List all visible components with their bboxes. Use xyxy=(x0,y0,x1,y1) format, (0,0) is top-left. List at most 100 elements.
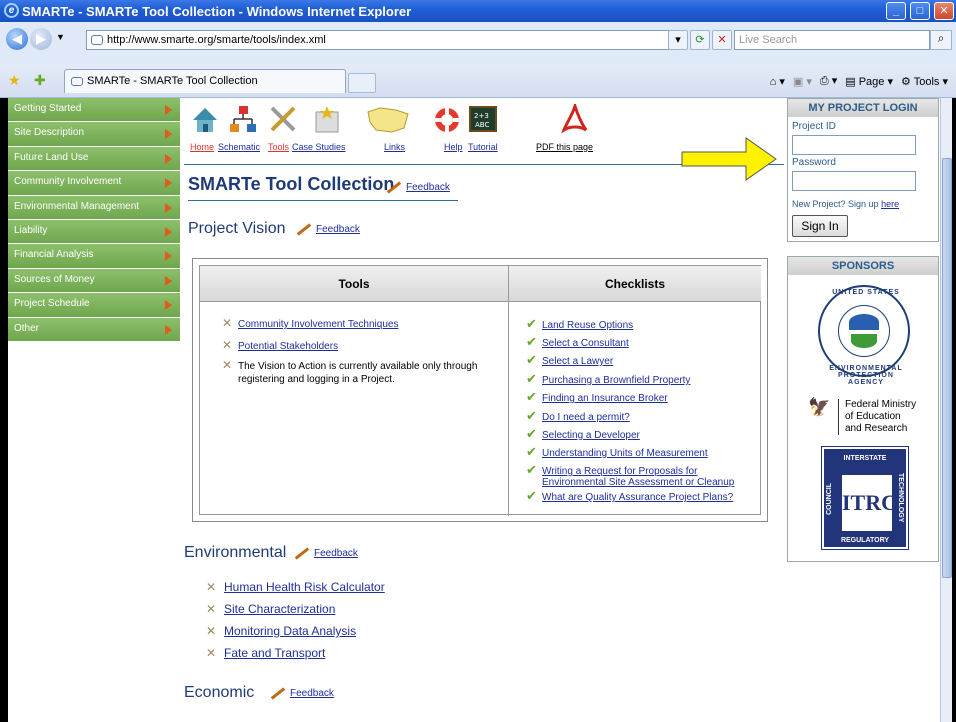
url-dropdown-icon[interactable]: ▾ xyxy=(668,30,688,50)
checklist-item[interactable]: ✔ Writing a Request for Proposals for Env… xyxy=(526,463,760,488)
help-link[interactable]: Help xyxy=(444,142,463,152)
tutorial-link[interactable]: Tutorial xyxy=(468,142,498,152)
feedback-link[interactable]: Feedback xyxy=(316,224,360,235)
checklist-item[interactable]: ✔ Understanding Units of Measurement xyxy=(526,445,760,459)
environmental-item[interactable]: ✕ Fate and Transport xyxy=(206,646,325,660)
browser-tab[interactable]: SMARTe - SMARTe Tool Collection xyxy=(64,69,346,93)
favorites-star-icon[interactable]: ★ xyxy=(8,72,21,89)
links-map-icon[interactable] xyxy=(366,104,410,136)
tool-item[interactable]: ✕ Community Involvement Techniques xyxy=(222,317,500,331)
url-text: http://www.smarte.org/smarte/tools/index… xyxy=(107,34,326,46)
itrc-logo[interactable]: INTERSTATE COUNCIL ITRC TECHNOLOGY REGUL… xyxy=(821,446,909,550)
feeds-icon[interactable]: ▣ ▾ xyxy=(793,75,812,88)
checklist-item[interactable]: ✔ Select a Consultant xyxy=(526,335,760,349)
schematic-link[interactable]: Schematic xyxy=(218,142,260,152)
search-icon[interactable]: ⌕ xyxy=(930,30,952,50)
nav-item-other[interactable]: Other xyxy=(8,317,180,342)
forward-button[interactable]: ▶ xyxy=(30,28,52,50)
stop-icon[interactable]: ✕ xyxy=(712,30,732,50)
checklist-link[interactable]: Do I need a permit? xyxy=(542,412,630,423)
case-studies-link[interactable]: Case Studies xyxy=(292,142,346,152)
checkmark-icon: ✔ xyxy=(526,426,537,441)
nav-item-site-description[interactable]: Site Description xyxy=(8,122,180,147)
tools-wrench-icon[interactable] xyxy=(268,104,298,136)
links-link[interactable]: Links xyxy=(384,142,405,152)
checklist-link[interactable]: Writing a Request for Proposals for Envi… xyxy=(542,466,734,488)
tools-link[interactable]: Tools xyxy=(268,142,289,152)
bmbf-logo[interactable]: Federal Ministry of Education and Resear… xyxy=(838,399,916,435)
environmental-item[interactable]: ✕ Site Characterization xyxy=(206,602,335,616)
environmental-link[interactable]: Fate and Transport xyxy=(224,646,325,660)
maximize-button[interactable]: □ xyxy=(910,2,930,20)
search-input[interactable]: Live Search xyxy=(734,30,930,50)
back-button[interactable]: ◀ xyxy=(6,28,28,50)
home-link[interactable]: Home xyxy=(190,142,214,152)
checklist-item[interactable]: ✔ Finding an Insurance Broker xyxy=(526,390,760,404)
environmental-link[interactable]: Site Characterization xyxy=(224,602,335,616)
checklist-link[interactable]: Understanding Units of Measurement xyxy=(542,448,708,459)
tool-link[interactable]: Community Involvement Techniques xyxy=(238,319,398,330)
tutorial-chalkboard-icon[interactable]: 2+3ABC xyxy=(468,104,498,136)
project-id-input[interactable] xyxy=(792,135,916,155)
scrollbar-thumb[interactable] xyxy=(942,158,952,578)
add-favorites-icon[interactable]: ✚ xyxy=(34,72,46,89)
title-feedback[interactable]: Feedback xyxy=(386,181,450,194)
tab-page-icon xyxy=(71,77,83,86)
pdf-icon[interactable] xyxy=(560,104,590,136)
checklist-link[interactable]: Select a Consultant xyxy=(542,338,629,349)
recent-pages-dropdown-icon[interactable]: ▼ xyxy=(56,32,65,42)
checklist-item[interactable]: ✔ Selecting a Developer xyxy=(526,427,760,441)
home-icon[interactable] xyxy=(190,104,220,136)
password-input[interactable] xyxy=(792,171,916,191)
tools-menu[interactable]: ⚙ Tools ▾ xyxy=(901,75,948,88)
case-studies-icon[interactable] xyxy=(312,104,342,136)
url-input[interactable]: http://www.smarte.org/smarte/tools/index… xyxy=(86,30,686,50)
checklist-item[interactable]: ✔ Purchasing a Brownfield Property xyxy=(526,372,760,386)
schematic-icon[interactable] xyxy=(228,104,258,136)
environmental-feedback[interactable]: Feedback xyxy=(294,547,358,560)
home-icon[interactable]: ⌂ ▾ xyxy=(770,75,785,88)
checklist-item[interactable]: ✔ Do I need a permit? xyxy=(526,409,760,423)
new-tab-button[interactable] xyxy=(348,73,376,93)
nav-item-environmental-management[interactable]: Environmental Management xyxy=(8,195,180,220)
nav-item-future-land-use[interactable]: Future Land Use xyxy=(8,146,180,172)
help-lifebuoy-icon[interactable] xyxy=(432,104,462,136)
checklist-link[interactable]: Select a Lawyer xyxy=(542,356,613,367)
checklist-link[interactable]: Land Reuse Options xyxy=(542,320,633,331)
nav-item-liability[interactable]: Liability xyxy=(8,219,180,245)
feedback-link[interactable]: Feedback xyxy=(290,688,334,699)
nav-item-community-involvement[interactable]: Community Involvement xyxy=(8,171,180,196)
feedback-link[interactable]: Feedback xyxy=(406,182,450,193)
environmental-link[interactable]: Human Health Risk Calculator xyxy=(224,580,385,594)
environmental-item[interactable]: ✕ Monitoring Data Analysis xyxy=(206,624,356,638)
vertical-scrollbar[interactable] xyxy=(940,98,952,722)
checklist-link[interactable]: Finding an Insurance Broker xyxy=(542,393,668,404)
nav-item-financial-analysis[interactable]: Financial Analysis xyxy=(8,244,180,269)
checklist-link[interactable]: Selecting a Developer xyxy=(542,430,640,441)
project-vision-feedback[interactable]: Feedback xyxy=(296,223,360,236)
environmental-item[interactable]: ✕ Human Health Risk Calculator xyxy=(206,580,385,594)
checklist-item[interactable]: ✔ Land Reuse Options xyxy=(526,317,760,331)
annotation-arrow-icon xyxy=(681,137,777,181)
refresh-icon[interactable]: ⟳ xyxy=(690,30,710,50)
sign-in-button[interactable]: Sign In xyxy=(792,215,848,237)
tool-item[interactable]: ✕ Potential Stakeholders xyxy=(222,339,500,353)
page-menu[interactable]: ▤ Page ▾ xyxy=(845,75,893,88)
environmental-link[interactable]: Monitoring Data Analysis xyxy=(224,624,356,638)
checklist-item[interactable]: ✔ Select a Lawyer xyxy=(526,353,760,367)
pdf-this-page-link[interactable]: PDF this page xyxy=(536,142,593,152)
checklist-link[interactable]: What are Quality Assurance Project Plans… xyxy=(542,492,733,503)
minimize-button[interactable]: _ xyxy=(886,2,906,20)
nav-item-getting-started[interactable]: Getting Started xyxy=(8,98,180,123)
tool-link[interactable]: Potential Stakeholders xyxy=(238,341,338,352)
signup-link[interactable]: here xyxy=(881,199,899,209)
feedback-link[interactable]: Feedback xyxy=(314,548,358,559)
checklist-link[interactable]: Purchasing a Brownfield Property xyxy=(542,375,690,386)
print-icon[interactable]: ⎙ ▾ xyxy=(820,74,837,88)
checklist-item[interactable]: ✔ What are Quality Assurance Project Plan… xyxy=(526,489,760,503)
epa-logo[interactable]: UNITED STATES ENVIRONMENTAL PROTECTION A… xyxy=(818,285,910,386)
nav-item-project-schedule[interactable]: Project Schedule xyxy=(8,293,180,318)
close-button[interactable]: ✕ xyxy=(934,2,954,20)
economic-feedback[interactable]: Feedback xyxy=(270,687,334,700)
nav-item-sources-of-money[interactable]: Sources of Money xyxy=(8,268,180,294)
